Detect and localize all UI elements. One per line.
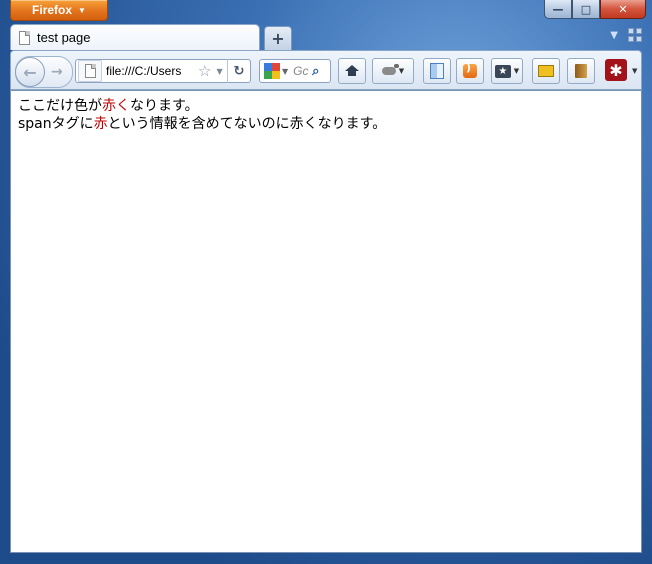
chevron-down-icon: ▼ [398,67,405,75]
plus-icon: + [271,29,285,48]
close-button[interactable]: ✕ [600,0,646,19]
line2-text-end: という情報を含めてないのに赤くなります。 [107,116,387,132]
tab-bar: test page + ▼ [10,22,642,51]
firebug-button[interactable]: ▼ [372,58,414,84]
firebug-icon [381,64,399,75]
card-button[interactable] [532,58,560,84]
home-icon [345,65,359,76]
reload-icon: ↻ [233,63,245,79]
bookmark-icon: ★ [494,64,511,78]
home-button[interactable] [338,58,366,84]
maximize-button[interactable]: □ [572,0,600,19]
line1-text-end: なります。 [130,98,199,114]
google-icon[interactable] [264,63,280,79]
back-button[interactable]: ← [15,57,45,87]
tabbar-right-controls: ▼ [610,28,642,42]
tab-test-page[interactable]: test page [10,24,260,50]
chevron-down-icon: ▼ [513,67,520,75]
reload-button[interactable]: ↻ [227,59,250,83]
firefox-menu-label: Firefox [32,3,73,17]
lastpass-icon: ✱ [609,60,623,80]
bookmarks-button[interactable]: ★ ▼ [491,58,523,84]
sidebar-button[interactable] [423,58,451,84]
minimize-button[interactable]: — [544,0,572,19]
browser-window: Firefox ▼ — □ ✕ test page + ▼ ← → file:/… [0,0,652,564]
close-icon: ✕ [618,2,628,16]
sidebar-icon [430,63,444,79]
search-icon[interactable]: ⌕ [312,64,319,79]
new-tab-button[interactable]: + [264,26,292,51]
forward-button[interactable]: → [51,64,63,80]
minimize-icon: — [552,2,564,16]
line2-text: spanタグに [18,116,94,132]
maximize-icon: □ [580,2,592,16]
window-controls: — □ ✕ [544,0,646,19]
tab-list-icon[interactable]: ▼ [610,30,618,41]
book-icon [575,64,587,78]
search-bar[interactable]: ▼ Gc ⌕ [259,59,331,83]
lastpass-button[interactable]: ✱ [605,59,627,81]
content-line-1: ここだけ色が赤くなります。 [18,97,634,115]
chevron-down-icon: ▼ [78,5,86,15]
url-history-dropdown-icon[interactable]: ▼ [216,67,222,76]
rss-button[interactable] [456,58,484,84]
back-forward-group: ← → [15,56,73,88]
page-icon [84,64,96,78]
rss-icon [463,61,477,78]
url-bar[interactable]: file:///C:/Users ☆ ▼ ↻ [75,59,251,83]
bookmark-star-icon[interactable]: ☆ [198,62,211,80]
firefox-menu-button[interactable]: Firefox ▼ [10,0,108,21]
site-identity-button[interactable] [78,60,102,82]
line1-red-text: 赤く [102,98,130,114]
url-input[interactable]: file:///C:/Users [106,64,194,78]
page-icon [19,30,30,45]
book-button[interactable] [567,58,595,84]
tab-title: test page [37,30,91,45]
line1-text: ここだけ色が [18,98,102,114]
search-engine-dropdown-icon[interactable]: ▼ [282,67,288,76]
navigation-toolbar: ← → file:///C:/Users ☆ ▼ ↻ ▼ Gc ⌕ ▼) ★ … [10,50,642,90]
tab-groups-icon[interactable] [628,28,642,42]
search-input[interactable]: Gc [293,64,311,78]
content-line-2: spanタグに赤という情報を含めてないのに赤くなります。 [18,115,634,133]
card-icon [538,65,554,77]
back-arrow-icon: ← [23,62,37,82]
lastpass-dropdown-icon[interactable]: ▼ [632,67,637,75]
page-content: ここだけ色が赤くなります。 spanタグに赤という情報を含めてないのに赤くなりま… [10,90,642,553]
line2-red-text: 赤 [93,116,108,132]
